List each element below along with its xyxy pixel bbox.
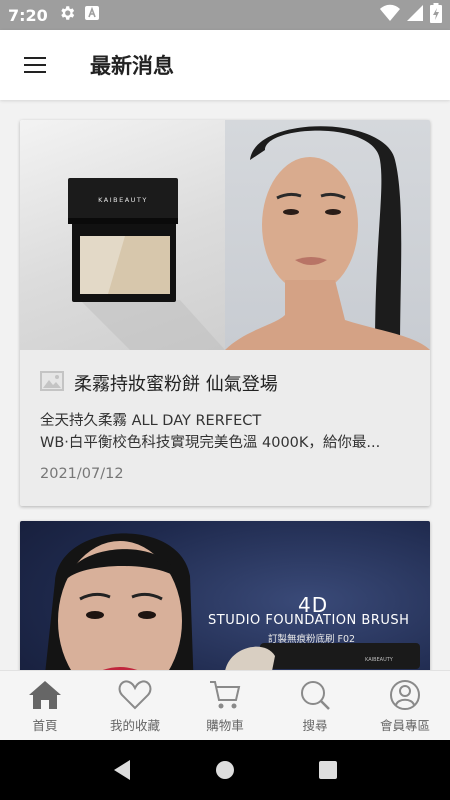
nav-label-cart: 購物車	[206, 717, 244, 733]
heart-icon	[118, 678, 152, 712]
nav-item-member[interactable]: 會員專區	[360, 671, 450, 740]
news-card[interactable]: KAIBEAUTY 柔霧持妝蜜粉餅 仙氣登場 全天持久柔霧 ALL DAY RE…	[20, 120, 430, 506]
news-card[interactable]: KAIBEAUTY 4D STUDIO FOUNDATION BRUSH 訂製無…	[20, 521, 430, 670]
page-title: 最新消息	[90, 54, 174, 78]
menu-button[interactable]	[0, 30, 70, 100]
news-list: KAIBEAUTY 柔霧持妝蜜粉餅 仙氣登場 全天持久柔霧 ALL DAY RE…	[0, 100, 450, 670]
news-card-description-line2: WB‧白平衡校色科技實現完美色溫 4000K，給你最...	[40, 435, 381, 451]
product-photo: KAIBEAUTY	[20, 120, 225, 350]
banner-title: STUDIO FOUNDATION BRUSH	[208, 613, 410, 628]
recents-icon	[319, 761, 338, 779]
nav-item-search[interactable]: 搜尋	[270, 671, 360, 740]
nav-label-search: 搜尋	[302, 717, 328, 733]
back-button[interactable]	[102, 750, 142, 790]
nav-item-favorites[interactable]: 我的收藏	[90, 671, 180, 740]
news-card-image: KAIBEAUTY	[20, 120, 430, 350]
home-circle-icon	[215, 761, 234, 779]
news-card-banner: KAIBEAUTY 4D STUDIO FOUNDATION BRUSH 訂製無…	[20, 521, 430, 670]
app-bar: 最新消息	[0, 30, 450, 100]
news-card-description-line1: 全天持久柔霧 ALL DAY RERFECT	[40, 413, 262, 429]
banner-brand: KAIBEAUTY	[365, 657, 394, 663]
news-card-title: 柔霧持妝蜜粉餅 仙氣登場	[74, 374, 278, 395]
nav-label-home: 首頁	[32, 717, 58, 733]
status-bar: 7:20	[0, 0, 450, 30]
system-nav-bar	[0, 740, 450, 800]
status-right-icons	[380, 3, 442, 27]
home-icon	[28, 678, 62, 712]
wifi-icon	[380, 4, 400, 26]
status-time: 7:20	[8, 5, 48, 25]
bottom-nav: 首頁 我的收藏 購物車 搜尋 會員專區	[0, 670, 450, 740]
signal-icon	[406, 4, 424, 26]
nav-label-member: 會員專區	[379, 717, 430, 733]
a-badge-icon	[84, 5, 100, 25]
compact-brand-text: KAIBEAUTY	[98, 196, 148, 204]
settings-icon	[58, 4, 76, 26]
news-card-date: 2021/07/12	[40, 466, 124, 482]
back-icon	[113, 760, 130, 780]
status-left-icons	[58, 4, 100, 26]
news-card-title-row: 柔霧持妝蜜粉餅 仙氣登場	[40, 370, 410, 396]
nav-item-cart[interactable]: 購物車	[180, 671, 270, 740]
image-icon	[40, 371, 64, 395]
nav-item-home[interactable]: 首頁	[0, 671, 90, 740]
home-system-button[interactable]	[205, 750, 245, 790]
battery-icon	[430, 3, 442, 27]
search-icon	[298, 678, 332, 712]
user-icon	[388, 678, 422, 712]
cart-icon	[208, 678, 242, 712]
nav-label-favorites: 我的收藏	[109, 717, 160, 733]
menu-icon	[24, 57, 46, 73]
banner-subtitle: 訂製無痕粉底刷 F02	[268, 634, 356, 645]
news-card-body: 柔霧持妝蜜粉餅 仙氣登場 全天持久柔霧 ALL DAY RERFECT WB‧白…	[20, 350, 430, 482]
model-photo	[225, 120, 430, 350]
recents-button[interactable]	[308, 750, 348, 790]
